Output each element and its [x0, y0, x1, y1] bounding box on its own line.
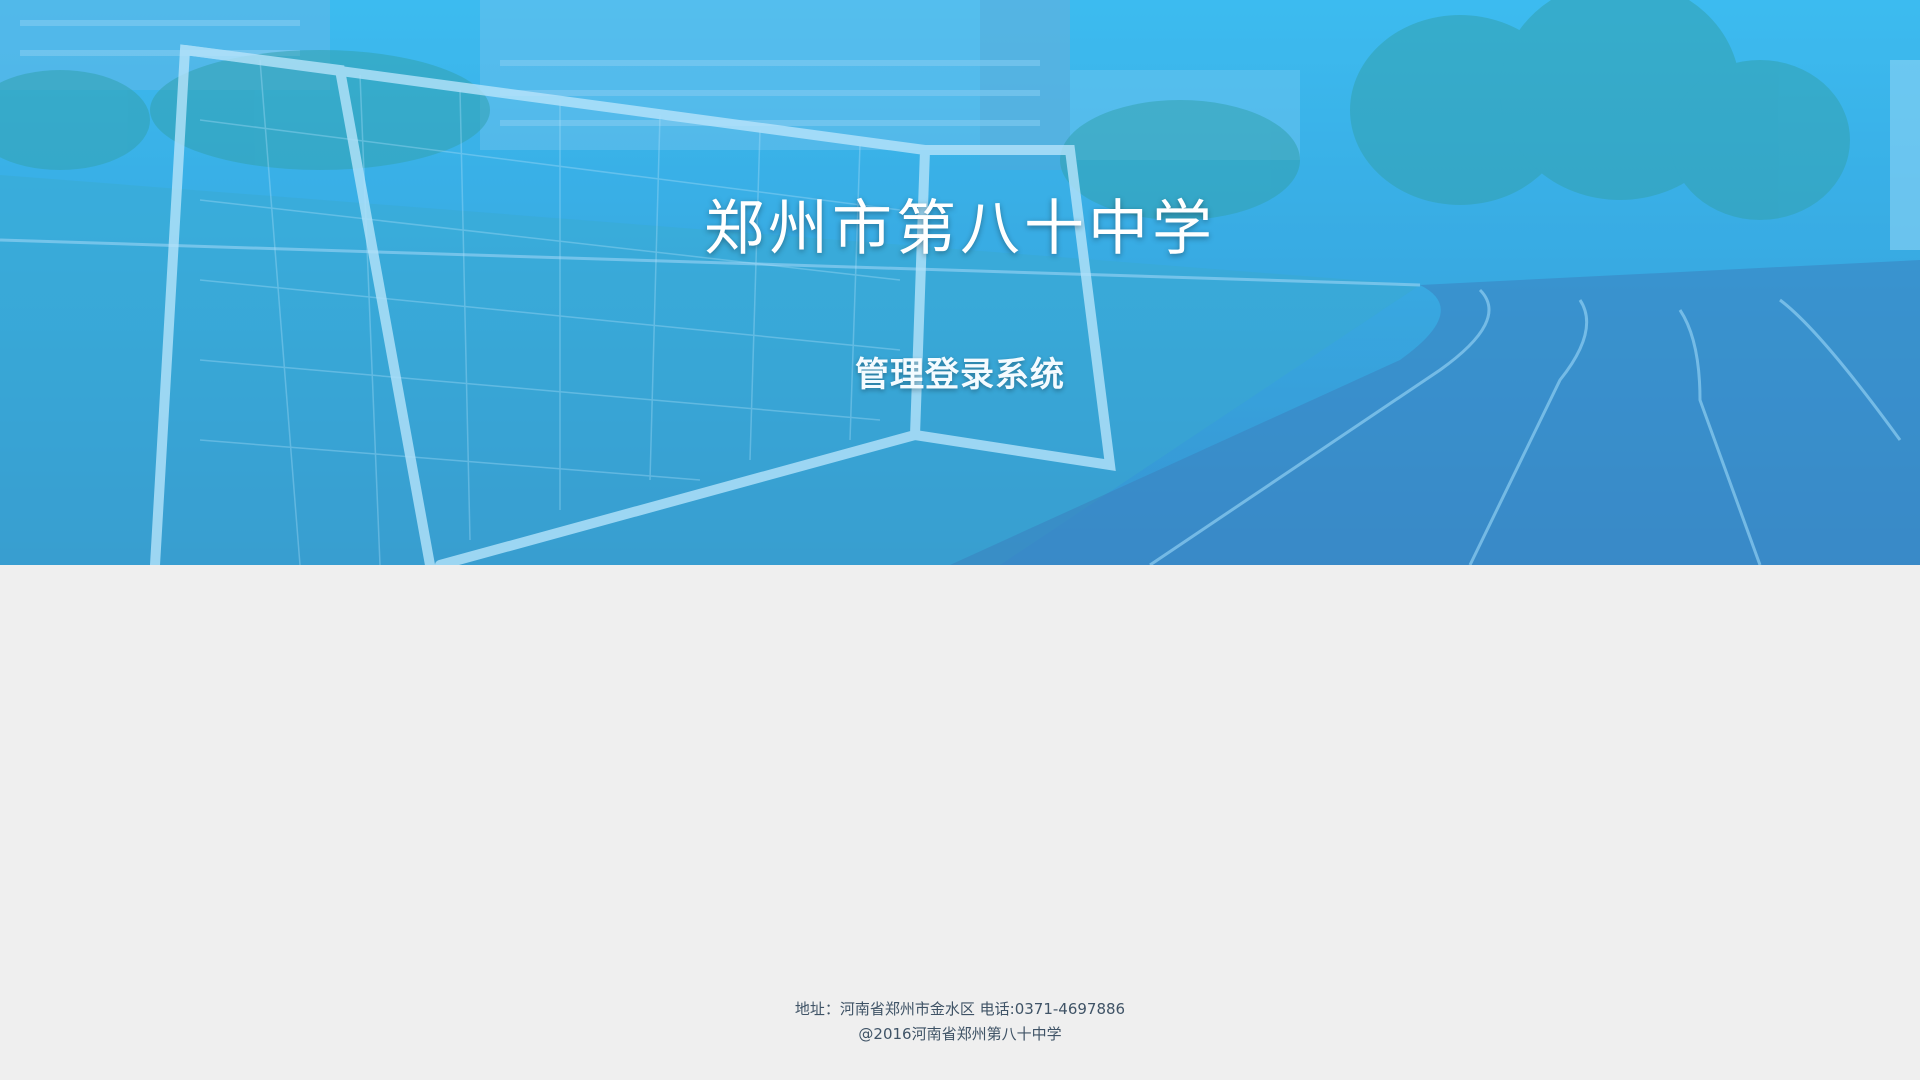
footer-copyright: @2016河南省郑州第八十中学	[858, 1025, 1062, 1043]
footer-address: 地址：河南省郑州市金水区 电话:0371-4697886	[794, 1000, 1126, 1018]
hero-background-illustration	[0, 0, 1920, 565]
footer: 地址：河南省郑州市金水区 电话:0371-4697886 @2016河南省郑州第…	[0, 997, 1920, 1047]
hero-banner: 郑州市第八十中学 管理登录系统	[0, 0, 1920, 565]
school-name-title: 郑州市第八十中学	[704, 194, 1216, 264]
system-subtitle: 管理登录系统	[855, 355, 1065, 395]
